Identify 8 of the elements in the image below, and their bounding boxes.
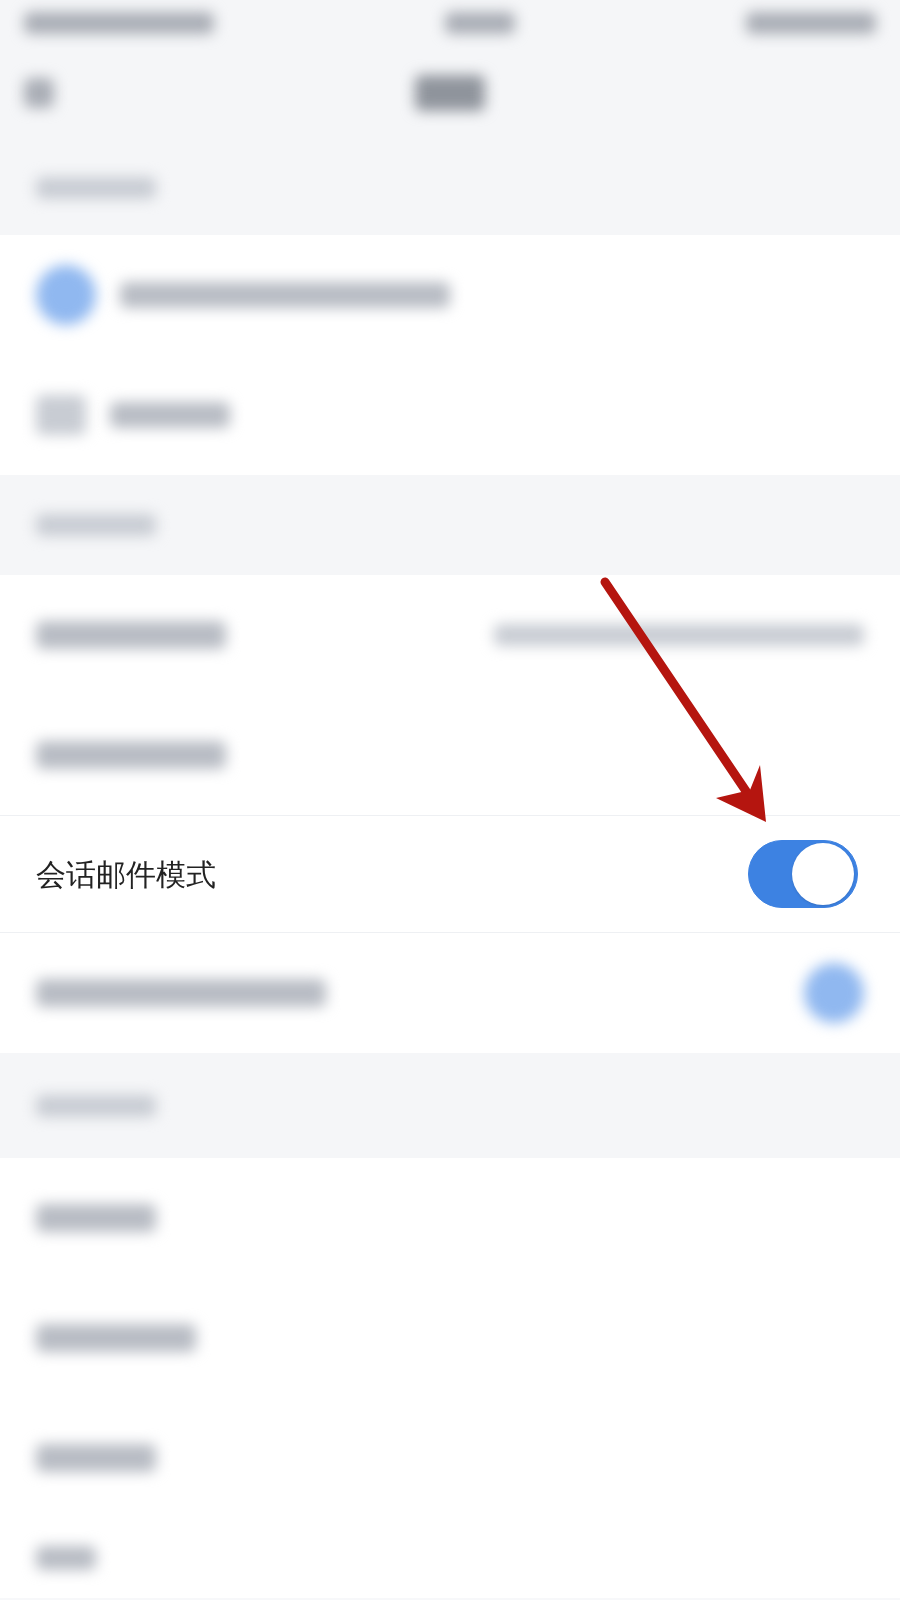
blurred-content	[24, 77, 54, 108]
blurred-content	[445, 11, 515, 34]
setting-label: 会话邮件模式	[36, 855, 216, 894]
blurred-content	[36, 395, 86, 435]
blurred-content	[36, 1546, 96, 1570]
blurred-content	[415, 74, 485, 111]
blurred-content	[36, 265, 96, 325]
blurred-content	[804, 963, 864, 1023]
